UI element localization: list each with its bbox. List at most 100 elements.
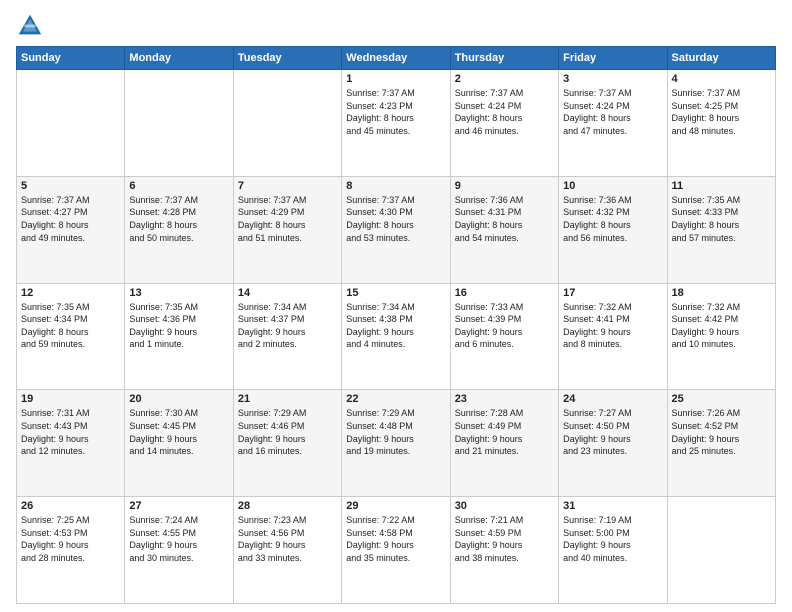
logo [16,12,48,40]
day-number: 17 [563,287,662,299]
week-row-4: 26Sunrise: 7:25 AM Sunset: 4:53 PM Dayli… [17,497,776,604]
day-info: Sunrise: 7:37 AM Sunset: 4:27 PM Dayligh… [21,194,120,244]
day-info: Sunrise: 7:24 AM Sunset: 4:55 PM Dayligh… [129,514,228,564]
calendar-cell [667,497,775,604]
calendar-cell: 5 Sunrise: 7:37 AM Sunset: 4:27 PM Daylig… [17,176,125,283]
day-info: Sunrise: 7:31 AM Sunset: 4:43 PM Dayligh… [21,407,120,457]
day-number: 25 [672,393,771,405]
day-number: 29 [346,500,445,512]
day-number: 20 [129,393,228,405]
day-info: Sunrise: 7:30 AM Sunset: 4:45 PM Dayligh… [129,407,228,457]
calendar: SundayMondayTuesdayWednesdayThursdayFrid… [16,46,776,604]
calendar-cell: 19 Sunrise: 7:31 AM Sunset: 4:43 PM Dayli… [17,390,125,497]
calendar-cell: 21 Sunrise: 7:29 AM Sunset: 4:46 PM Dayli… [233,390,341,497]
day-info: Sunrise: 7:32 AM Sunset: 4:42 PM Dayligh… [672,301,771,351]
week-row-3: 19 Sunrise: 7:31 AM Sunset: 4:43 PM Dayli… [17,390,776,497]
calendar-cell: 11 Sunrise: 7:35 AM Sunset: 4:33 PM Dayli… [667,176,775,283]
calendar-cell: 22 Sunrise: 7:29 AM Sunset: 4:48 PM Dayli… [342,390,450,497]
day-number: 6 [129,180,228,192]
calendar-cell: 26Sunrise: 7:25 AM Sunset: 4:53 PM Dayli… [17,497,125,604]
day-info: Sunrise: 7:37 AM Sunset: 4:28 PM Dayligh… [129,194,228,244]
calendar-cell: 31 Sunrise: 7:19 AM Sunset: 5:00 PM Dayli… [559,497,667,604]
day-number: 30 [455,500,554,512]
day-info: Sunrise: 7:33 AM Sunset: 4:39 PM Dayligh… [455,301,554,351]
day-info: Sunrise: 7:37 AM Sunset: 4:23 PM Dayligh… [346,87,445,137]
day-info: Sunrise: 7:28 AM Sunset: 4:49 PM Dayligh… [455,407,554,457]
calendar-cell: 25 Sunrise: 7:26 AM Sunset: 4:52 PM Dayli… [667,390,775,497]
weekday-header-tuesday: Tuesday [233,47,341,70]
day-number: 23 [455,393,554,405]
day-info: Sunrise: 7:21 AM Sunset: 4:59 PM Dayligh… [455,514,554,564]
calendar-cell: 23 Sunrise: 7:28 AM Sunset: 4:49 PM Dayli… [450,390,558,497]
calendar-cell: 14 Sunrise: 7:34 AM Sunset: 4:37 PM Dayli… [233,283,341,390]
day-number: 18 [672,287,771,299]
calendar-cell [233,70,341,177]
day-number: 5 [21,180,120,192]
day-info: Sunrise: 7:35 AM Sunset: 4:33 PM Dayligh… [672,194,771,244]
calendar-cell: 27 Sunrise: 7:24 AM Sunset: 4:55 PM Dayli… [125,497,233,604]
day-number: 28 [238,500,337,512]
calendar-cell: 6 Sunrise: 7:37 AM Sunset: 4:28 PM Daylig… [125,176,233,283]
calendar-cell: 18 Sunrise: 7:32 AM Sunset: 4:42 PM Dayli… [667,283,775,390]
weekday-header-sunday: Sunday [17,47,125,70]
header [16,12,776,40]
day-number: 14 [238,287,337,299]
day-info: Sunrise: 7:37 AM Sunset: 4:30 PM Dayligh… [346,194,445,244]
day-info: Sunrise: 7:29 AM Sunset: 4:48 PM Dayligh… [346,407,445,457]
calendar-cell: 1 Sunrise: 7:37 AM Sunset: 4:23 PM Daylig… [342,70,450,177]
day-info: Sunrise: 7:26 AM Sunset: 4:52 PM Dayligh… [672,407,771,457]
calendar-cell: 20 Sunrise: 7:30 AM Sunset: 4:45 PM Dayli… [125,390,233,497]
week-row-2: 12Sunrise: 7:35 AM Sunset: 4:34 PM Dayli… [17,283,776,390]
day-info: Sunrise: 7:37 AM Sunset: 4:24 PM Dayligh… [563,87,662,137]
day-number: 19 [21,393,120,405]
day-info: Sunrise: 7:34 AM Sunset: 4:37 PM Dayligh… [238,301,337,351]
weekday-header-friday: Friday [559,47,667,70]
day-info: Sunrise: 7:29 AM Sunset: 4:46 PM Dayligh… [238,407,337,457]
day-number: 7 [238,180,337,192]
day-number: 31 [563,500,662,512]
weekday-header-saturday: Saturday [667,47,775,70]
calendar-cell: 8 Sunrise: 7:37 AM Sunset: 4:30 PM Daylig… [342,176,450,283]
calendar-cell: 28Sunrise: 7:23 AM Sunset: 4:56 PM Dayli… [233,497,341,604]
day-number: 1 [346,73,445,85]
calendar-cell: 16 Sunrise: 7:33 AM Sunset: 4:39 PM Dayli… [450,283,558,390]
day-number: 15 [346,287,445,299]
day-number: 4 [672,73,771,85]
day-number: 27 [129,500,228,512]
day-number: 10 [563,180,662,192]
day-number: 16 [455,287,554,299]
day-number: 21 [238,393,337,405]
weekday-header-row: SundayMondayTuesdayWednesdayThursdayFrid… [17,47,776,70]
day-number: 13 [129,287,228,299]
calendar-cell: 30 Sunrise: 7:21 AM Sunset: 4:59 PM Dayli… [450,497,558,604]
day-number: 9 [455,180,554,192]
day-number: 11 [672,180,771,192]
calendar-cell: 17 Sunrise: 7:32 AM Sunset: 4:41 PM Dayli… [559,283,667,390]
calendar-cell: 15 Sunrise: 7:34 AM Sunset: 4:38 PM Dayli… [342,283,450,390]
day-number: 8 [346,180,445,192]
day-number: 22 [346,393,445,405]
calendar-cell: 4Sunrise: 7:37 AM Sunset: 4:25 PM Daylig… [667,70,775,177]
calendar-cell: 2Sunrise: 7:37 AM Sunset: 4:24 PM Daylig… [450,70,558,177]
calendar-cell: 12Sunrise: 7:35 AM Sunset: 4:34 PM Dayli… [17,283,125,390]
day-info: Sunrise: 7:34 AM Sunset: 4:38 PM Dayligh… [346,301,445,351]
day-info: Sunrise: 7:36 AM Sunset: 4:31 PM Dayligh… [455,194,554,244]
weekday-header-wednesday: Wednesday [342,47,450,70]
calendar-cell [125,70,233,177]
day-info: Sunrise: 7:35 AM Sunset: 4:36 PM Dayligh… [129,301,228,351]
weekday-header-thursday: Thursday [450,47,558,70]
calendar-cell: 10 Sunrise: 7:36 AM Sunset: 4:32 PM Dayli… [559,176,667,283]
day-info: Sunrise: 7:36 AM Sunset: 4:32 PM Dayligh… [563,194,662,244]
calendar-cell: 3Sunrise: 7:37 AM Sunset: 4:24 PM Daylig… [559,70,667,177]
day-info: Sunrise: 7:32 AM Sunset: 4:41 PM Dayligh… [563,301,662,351]
day-number: 2 [455,73,554,85]
logo-icon [16,12,44,40]
day-info: Sunrise: 7:27 AM Sunset: 4:50 PM Dayligh… [563,407,662,457]
calendar-cell: 9 Sunrise: 7:36 AM Sunset: 4:31 PM Daylig… [450,176,558,283]
calendar-cell: 13 Sunrise: 7:35 AM Sunset: 4:36 PM Dayli… [125,283,233,390]
day-info: Sunrise: 7:22 AM Sunset: 4:58 PM Dayligh… [346,514,445,564]
calendar-cell: 24Sunrise: 7:27 AM Sunset: 4:50 PM Dayli… [559,390,667,497]
calendar-cell: 7Sunrise: 7:37 AM Sunset: 4:29 PM Daylig… [233,176,341,283]
day-info: Sunrise: 7:35 AM Sunset: 4:34 PM Dayligh… [21,301,120,351]
day-info: Sunrise: 7:19 AM Sunset: 5:00 PM Dayligh… [563,514,662,564]
